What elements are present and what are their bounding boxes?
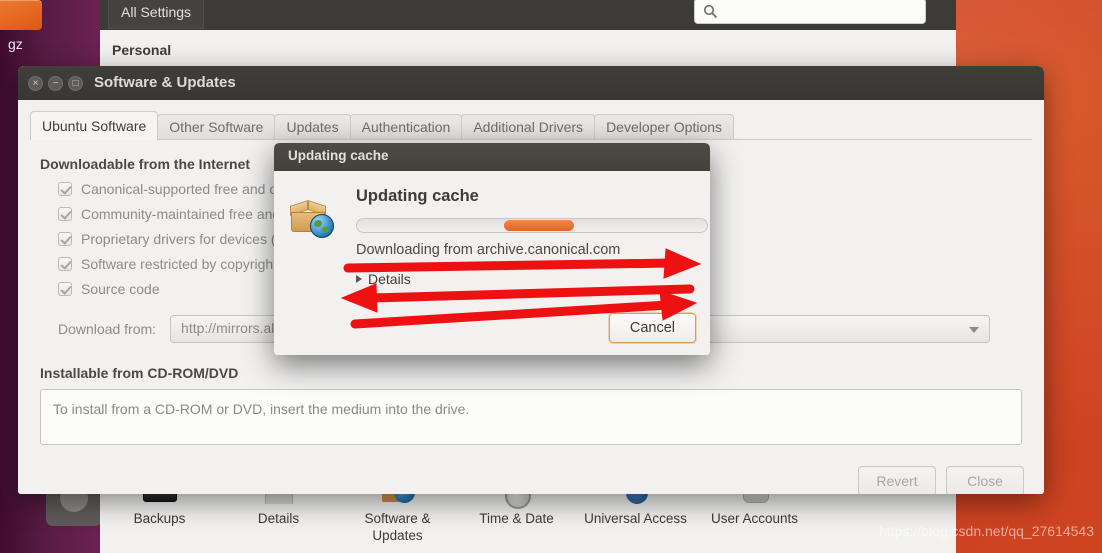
all-settings-button[interactable]: All Settings	[108, 0, 205, 29]
updating-cache-dialog: Updating cache Updating cache Downloadin…	[274, 143, 710, 355]
tab-authentication[interactable]: Authentication	[349, 114, 463, 140]
revert-button[interactable]: Revert	[858, 466, 936, 494]
settings-item-label: User Accounts	[710, 511, 799, 526]
checkbox-universe[interactable]	[58, 207, 72, 221]
window-footer: Revert Close	[858, 466, 1024, 494]
software-updates-titlebar: × − □ Software & Updates	[18, 66, 1044, 100]
download-status-text: Downloading from archive.canonical.com	[356, 242, 621, 258]
progress-bar	[356, 218, 708, 233]
package-globe-icon	[288, 197, 336, 241]
settings-item-label: Backups	[133, 511, 186, 526]
close-icon[interactable]: ×	[28, 76, 43, 91]
personal-section-title: Personal	[112, 42, 172, 58]
settings-item-label: Time & Date	[479, 511, 554, 526]
launcher-user-label: gz	[8, 36, 23, 52]
chevron-down-icon	[969, 327, 980, 333]
details-expander[interactable]: Details	[356, 271, 694, 287]
checkbox-source-code[interactable]	[58, 282, 72, 296]
close-button[interactable]: Close	[946, 466, 1024, 494]
chevron-right-icon	[356, 275, 362, 283]
tab-updates[interactable]: Updates	[274, 114, 351, 140]
search-input[interactable]	[694, 0, 926, 24]
minimize-icon[interactable]: −	[48, 76, 63, 91]
settings-item-label: Software & Updates	[364, 511, 431, 543]
cdrom-group-label: Installable from CD-ROM/DVD	[40, 365, 239, 381]
maximize-icon[interactable]: □	[68, 76, 83, 91]
cancel-button[interactable]: Cancel	[608, 313, 696, 343]
watermark: https://blog.csdn.net/qq_27614543	[879, 523, 1094, 539]
dialog-body: Updating cache Downloading from archive.…	[274, 171, 710, 355]
tab-additional-drivers[interactable]: Additional Drivers	[461, 114, 596, 140]
checkbox-multiverse[interactable]	[58, 257, 72, 271]
cdrom-info-text: To install from a CD-ROM or DVD, insert …	[53, 401, 470, 417]
dialog-heading: Updating cache	[356, 187, 479, 205]
tab-developer-options[interactable]: Developer Options	[594, 114, 735, 140]
tab-bar: Ubuntu Software Other Software Updates A…	[30, 111, 1044, 140]
dialog-titlebar: Updating cache	[274, 143, 710, 171]
download-from-label: Download from:	[58, 321, 157, 337]
tab-other-software[interactable]: Other Software	[157, 114, 276, 140]
settings-item-label: Details	[257, 511, 300, 526]
checkbox-main[interactable]	[58, 182, 72, 196]
system-settings-toolbar: All Settings	[100, 0, 956, 30]
dialog-title: Updating cache	[288, 148, 389, 163]
settings-item-label: Universal Access	[584, 511, 687, 526]
tab-ubuntu-software[interactable]: Ubuntu Software	[30, 111, 159, 140]
progress-bar-fill	[504, 220, 574, 231]
details-label: Details	[368, 271, 411, 287]
cdrom-info-box: To install from a CD-ROM or DVD, insert …	[40, 389, 1022, 445]
checkbox-label: Source code	[81, 281, 160, 297]
search-icon	[703, 4, 717, 18]
checkbox-restricted[interactable]	[58, 232, 72, 246]
ubuntu-launcher-icon[interactable]	[0, 0, 42, 30]
desktop-screen: gz All Settings Personal Backups Details	[0, 0, 1102, 553]
window-title: Software & Updates	[94, 74, 236, 91]
